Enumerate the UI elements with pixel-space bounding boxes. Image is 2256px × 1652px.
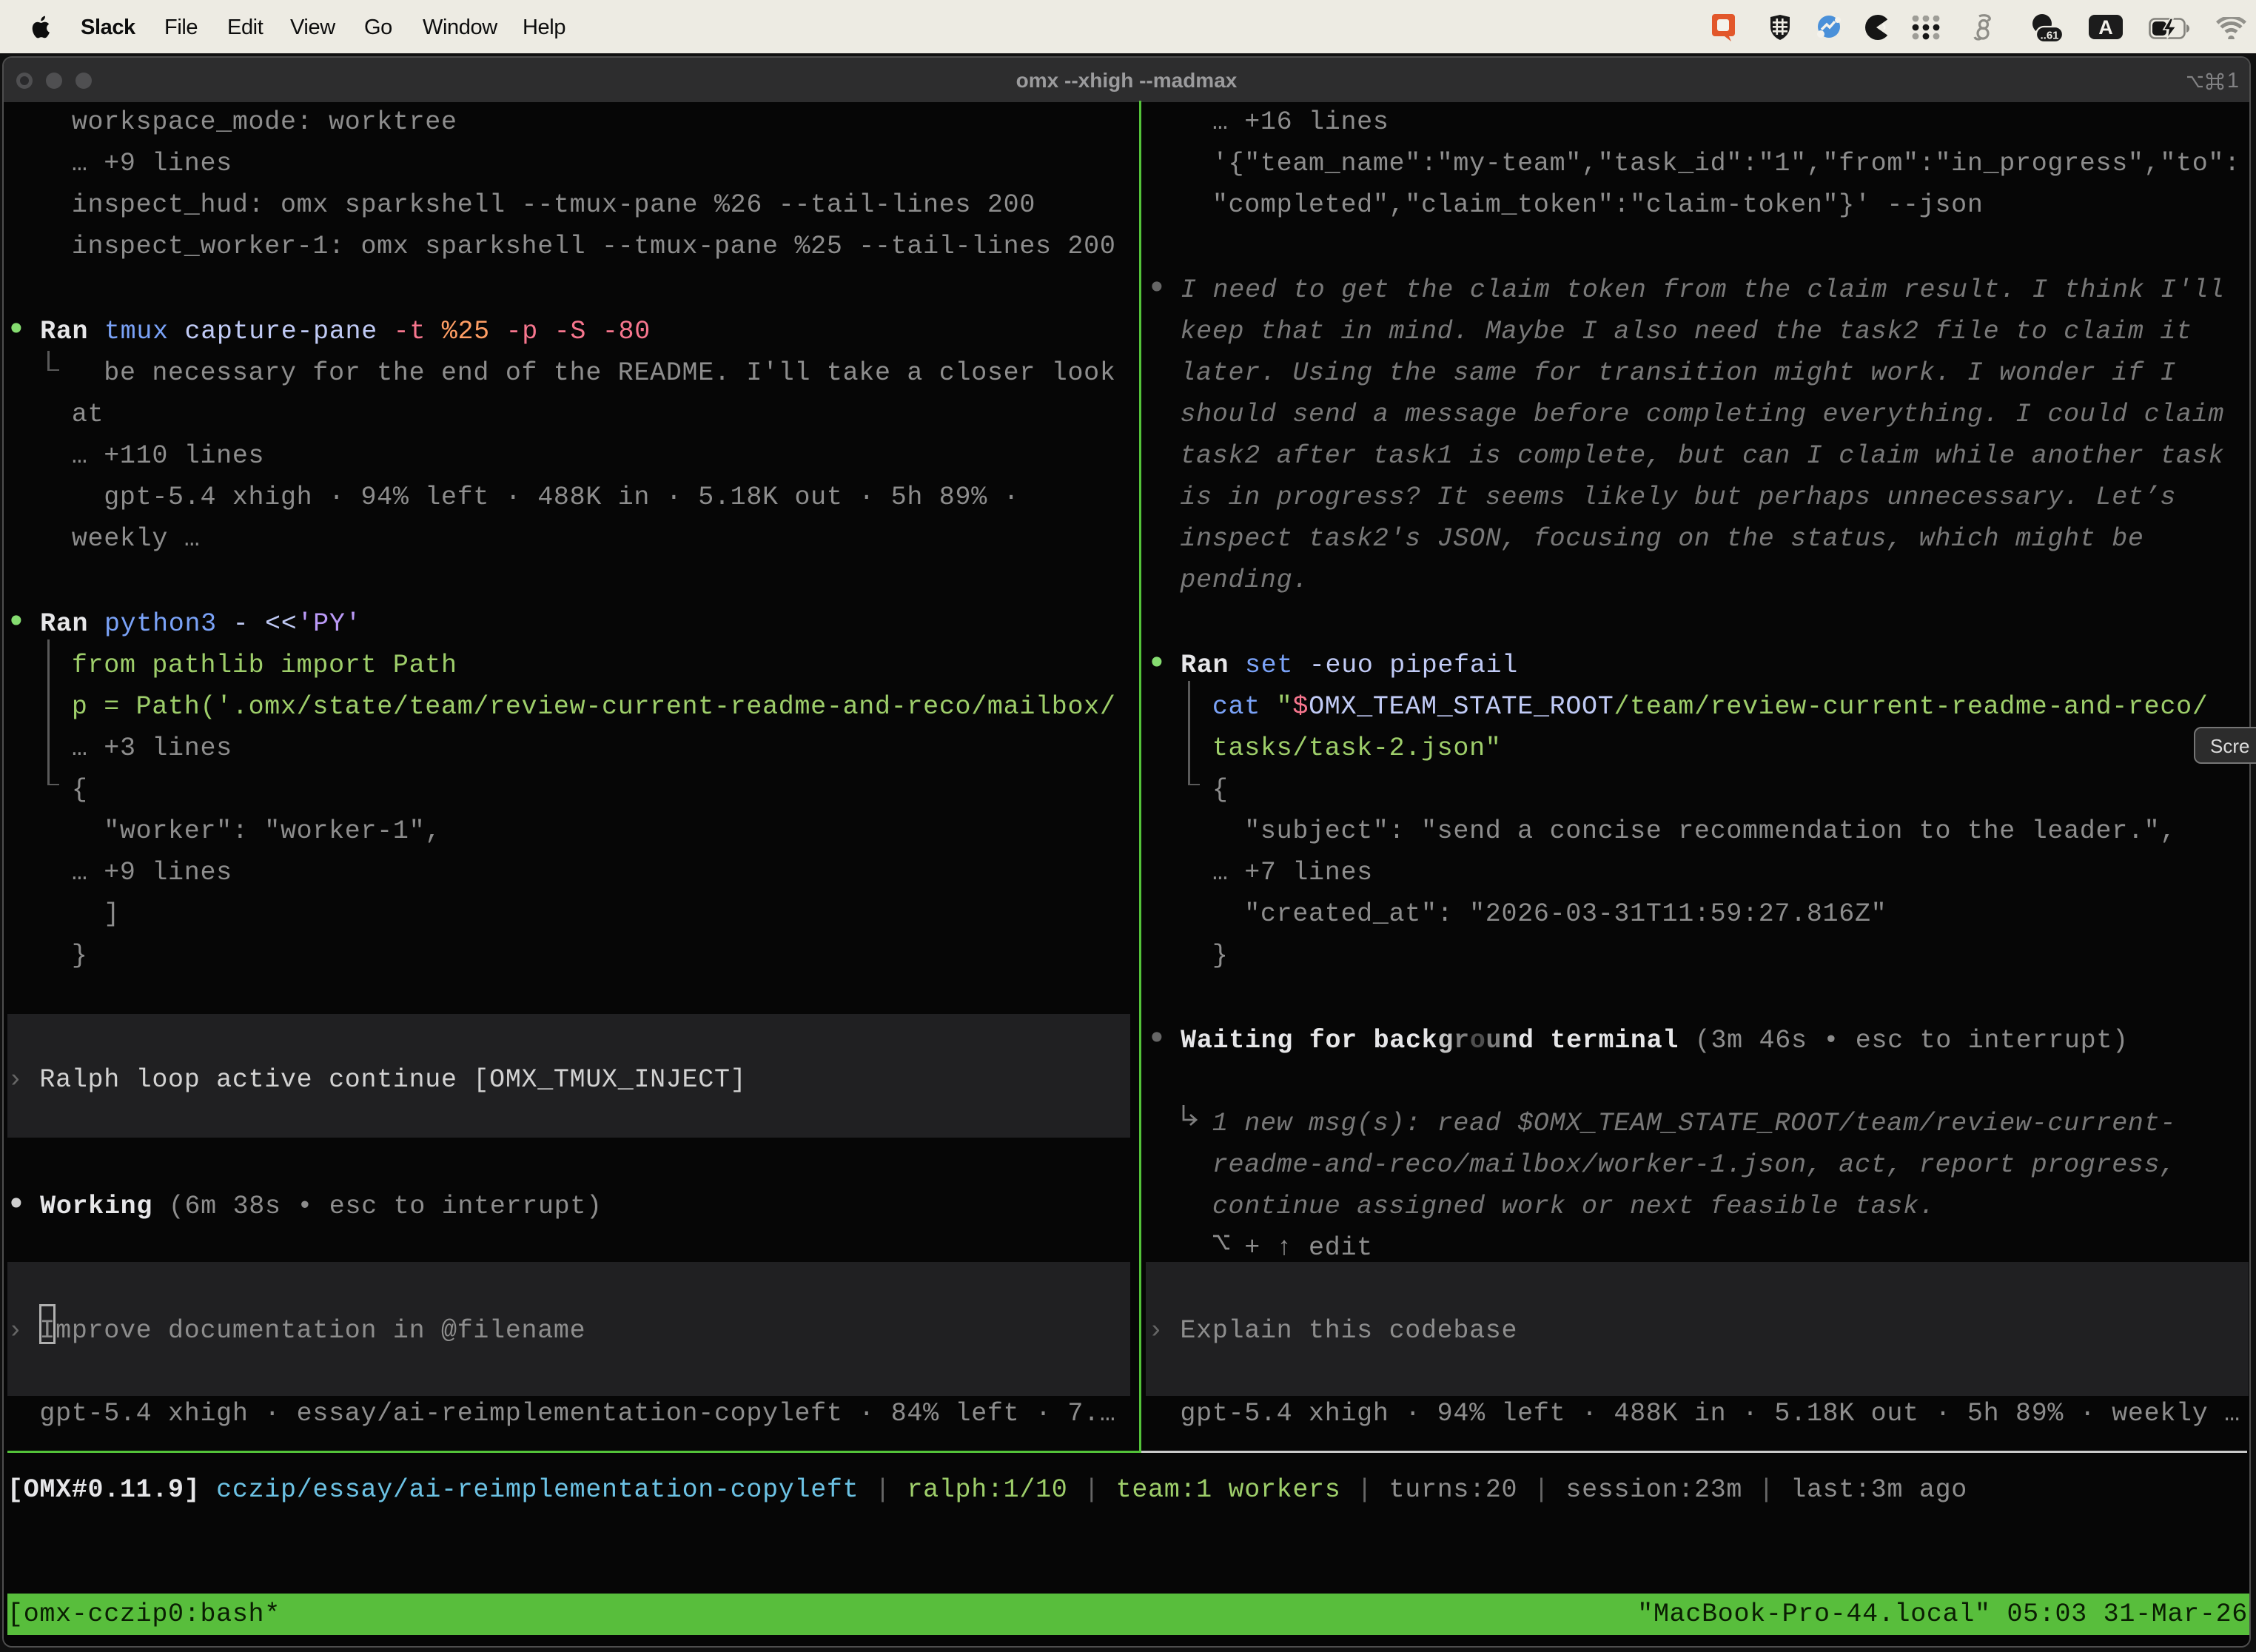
svg-text:..61: ..61 xyxy=(2040,30,2058,42)
